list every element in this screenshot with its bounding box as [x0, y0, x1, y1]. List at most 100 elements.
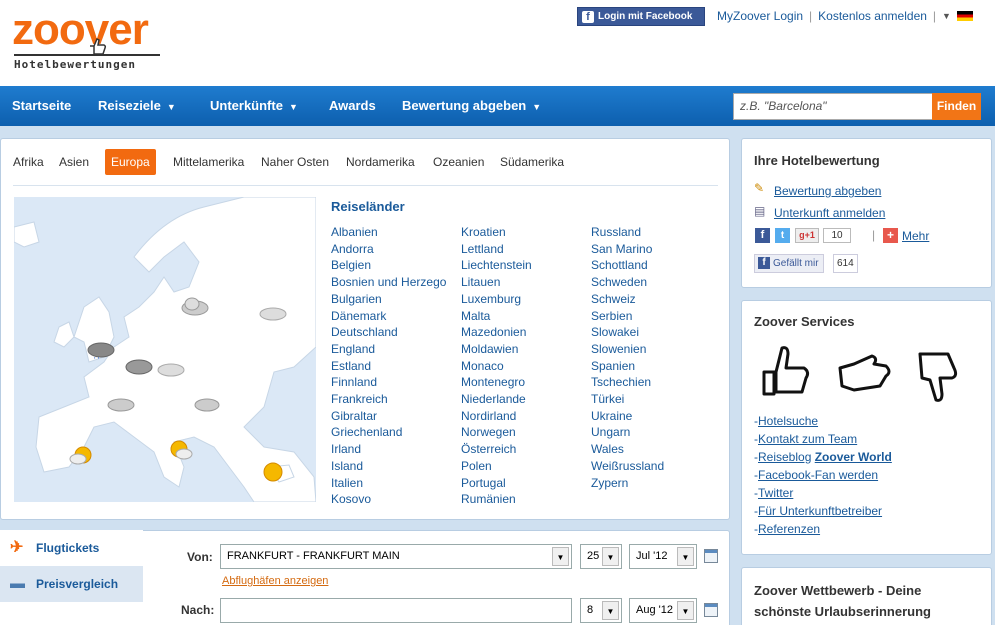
nav-reiseziele[interactable]: Reiseziele ▼ [98, 86, 176, 126]
country-link[interactable]: Tschechien [591, 375, 719, 389]
thumbs-up-icon[interactable] [760, 342, 812, 401]
nav-awards[interactable]: Awards [329, 86, 376, 126]
country-link[interactable]: Türkei [591, 392, 719, 406]
country-link[interactable]: Wales [591, 442, 719, 456]
myzoover-login-link[interactable]: MyZoover Login [717, 9, 803, 23]
to-day-select[interactable]: 8 ▼ [580, 598, 622, 623]
service-kontakt[interactable]: -Kontakt zum Team [754, 432, 857, 446]
country-link[interactable]: Kroatien [461, 225, 589, 239]
country-link[interactable]: Schottland [591, 258, 719, 272]
service-twitter[interactable]: -Twitter [754, 486, 793, 500]
country-link[interactable]: Bosnien und Herzego [331, 275, 459, 289]
search-button[interactable]: Finden [932, 93, 981, 120]
country-link[interactable]: Rumänien [461, 492, 589, 506]
tab-preisvergleich[interactable]: ▬ Preisvergleich [0, 566, 143, 602]
country-link[interactable]: Schweden [591, 275, 719, 289]
write-review-link[interactable]: Bewertung abgeben [774, 184, 881, 198]
addthis-plus-icon[interactable]: + [883, 228, 898, 243]
register-property-link[interactable]: Unterkunft anmelden [774, 206, 885, 220]
service-facebook-fan[interactable]: -Facebook-Fan werden [754, 468, 878, 482]
region-tab-afrika[interactable]: Afrika [13, 155, 44, 181]
country-link[interactable]: Deutschland [331, 325, 459, 339]
more-share-link[interactable]: Mehr [902, 229, 929, 243]
country-link[interactable]: Ungarn [591, 425, 719, 439]
service-referenzen[interactable]: -Referenzen [754, 522, 820, 536]
region-tab-asien[interactable]: Asien [59, 155, 89, 181]
country-link[interactable]: Russland [591, 225, 719, 239]
from-day-select[interactable]: 25 ▼ [580, 544, 622, 569]
country-link[interactable]: Estland [331, 359, 459, 373]
zoover-logo[interactable]: zoover Hotelbewertungen [12, 6, 172, 76]
country-link[interactable]: Albanien [331, 225, 459, 239]
to-month-select[interactable]: Aug '12 ▼ [629, 598, 697, 623]
country-link[interactable]: England [331, 342, 459, 356]
country-link[interactable]: Moldawien [461, 342, 589, 356]
nav-startseite[interactable]: Startseite [12, 86, 71, 126]
country-link[interactable]: Spanien [591, 359, 719, 373]
region-tab-nordamerika[interactable]: Nordamerika [346, 155, 415, 181]
country-link[interactable]: Serbien [591, 309, 719, 323]
country-link[interactable]: Malta [461, 309, 589, 323]
country-link[interactable]: Niederlande [461, 392, 589, 406]
country-link[interactable]: Liechtenstein [461, 258, 589, 272]
thumbs-sideways-icon[interactable] [834, 350, 894, 399]
country-link[interactable]: Luxemburg [461, 292, 589, 306]
region-tab-mittelamerika[interactable]: Mittelamerika [173, 155, 244, 181]
country-link[interactable]: Griechenland [331, 425, 459, 439]
register-link[interactable]: Kostenlos anmelden [818, 9, 927, 23]
twitter-share-icon[interactable]: t [775, 228, 790, 243]
facebook-share-icon[interactable]: f [755, 228, 770, 243]
region-tab-ozeanien[interactable]: Ozeanien [433, 155, 484, 181]
from-airport-select[interactable]: FRANKFURT - FRANKFURT MAIN ▼ [220, 544, 572, 569]
country-link[interactable]: Belgien [331, 258, 459, 272]
country-link[interactable]: Montenegro [461, 375, 589, 389]
country-link[interactable]: Monaco [461, 359, 589, 373]
search-input[interactable]: z.B. "Barcelona" [733, 93, 933, 120]
country-link[interactable]: Kosovo [331, 492, 459, 506]
nav-unterkuenfte[interactable]: Unterkünfte ▼ [210, 86, 298, 126]
country-link[interactable]: Finnland [331, 375, 459, 389]
region-tab-naher-osten[interactable]: Naher Osten [261, 155, 329, 181]
country-link[interactable]: Andorra [331, 242, 459, 256]
country-link[interactable]: Slowakei [591, 325, 719, 339]
country-link[interactable]: Polen [461, 459, 589, 473]
show-airports-link[interactable]: Abflughäfen anzeigen [222, 575, 328, 587]
calendar-icon[interactable] [704, 603, 718, 617]
country-link[interactable]: Weißrussland [591, 459, 719, 473]
calendar-icon[interactable] [704, 549, 718, 563]
country-link[interactable]: Dänemark [331, 309, 459, 323]
country-link[interactable]: Lettland [461, 242, 589, 256]
country-link[interactable]: Bulgarien [331, 292, 459, 306]
german-flag-icon[interactable] [956, 11, 973, 21]
country-link[interactable]: Island [331, 459, 459, 473]
country-link[interactable]: Italien [331, 476, 459, 490]
facebook-like-button[interactable]: f Gefällt mir [754, 254, 824, 273]
country-link[interactable]: Zypern [591, 476, 719, 490]
region-tab-europa[interactable]: Europa [105, 149, 156, 175]
country-link[interactable]: Ukraine [591, 409, 719, 423]
country-link[interactable]: San Marino [591, 242, 719, 256]
region-tab-suedamerika[interactable]: Südamerika [500, 155, 564, 181]
service-reiseblog[interactable]: -Reiseblog Zoover World [754, 450, 892, 464]
country-link[interactable]: Schweiz [591, 292, 719, 306]
from-month-select[interactable]: Jul '12 ▼ [629, 544, 697, 569]
country-link[interactable]: Litauen [461, 275, 589, 289]
language-dropdown-icon[interactable]: ▼ [942, 11, 951, 21]
thumbs-down-icon[interactable] [912, 348, 962, 411]
to-airport-input[interactable] [220, 598, 572, 623]
country-link[interactable]: Slowenien [591, 342, 719, 356]
google-plus-icon[interactable]: g+1 [795, 228, 819, 243]
europe-map[interactable]: ' ' [14, 197, 316, 502]
tab-flugtickets[interactable]: ✈ Flugtickets [0, 530, 143, 566]
country-link[interactable]: Mazedonien [461, 325, 589, 339]
country-link[interactable]: Irland [331, 442, 459, 456]
country-link[interactable]: Norwegen [461, 425, 589, 439]
country-link[interactable]: Portugal [461, 476, 589, 490]
country-link[interactable]: Gibraltar [331, 409, 459, 423]
nav-bewertung-abgeben[interactable]: Bewertung abgeben ▼ [402, 86, 541, 126]
service-unterkunftbetreiber[interactable]: -Für Unterkunftbetreiber [754, 504, 882, 518]
country-link[interactable]: Frankreich [331, 392, 459, 406]
country-link[interactable]: Österreich [461, 442, 589, 456]
facebook-login-button[interactable]: f Login mit Facebook [577, 7, 705, 26]
country-link[interactable]: Nordirland [461, 409, 589, 423]
